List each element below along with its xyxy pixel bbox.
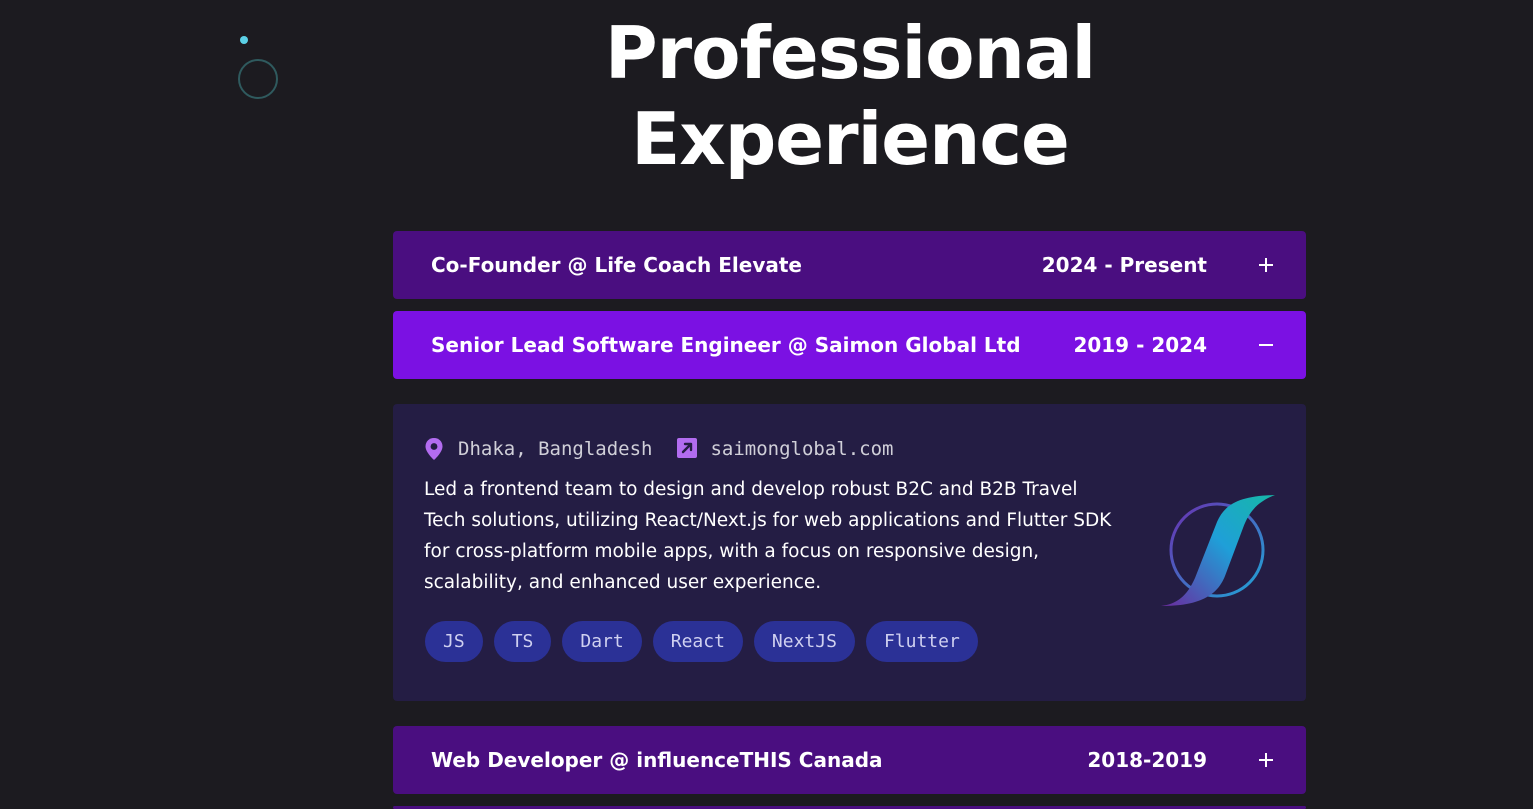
accordion-panel-saimon-global: Dhaka, Bangladesh saimonglobal.com Led a… (393, 404, 1306, 701)
company-logo (1161, 495, 1275, 606)
skill-tag: TS (493, 621, 552, 662)
page-title: Professional Experience (0, 10, 1533, 182)
skill-tag: JS (425, 621, 483, 662)
company-website-link[interactable]: saimonglobal.com (710, 438, 893, 460)
accordion-header-life-coach-elevate[interactable]: Co-Founder @ Life Coach Elevate 2024 - P… (393, 231, 1306, 299)
minus-icon[interactable] (1254, 333, 1278, 357)
job-meta: Dhaka, Bangladesh saimonglobal.com (424, 437, 894, 461)
location-pin-icon (424, 437, 446, 461)
page-title-line1: Professional (604, 11, 1096, 95)
job-dates: 2019 - 2024 (1073, 333, 1207, 357)
plus-icon[interactable] (1254, 748, 1278, 772)
job-dates: 2018-2019 (1087, 748, 1207, 772)
plus-icon[interactable] (1254, 253, 1278, 277)
experience-section: Professional Experience Co-Founder @ Lif… (0, 0, 1533, 809)
accordion-header-saimon-global[interactable]: Senior Lead Software Engineer @ Saimon G… (393, 311, 1306, 379)
skill-tag: NextJS (753, 621, 855, 662)
page-title-line2: Experience (631, 97, 1070, 181)
job-title: Senior Lead Software Engineer @ Saimon G… (431, 333, 1021, 357)
skill-tag: React (652, 621, 743, 662)
job-title: Co-Founder @ Life Coach Elevate (431, 253, 802, 277)
accordion-header-influencethis[interactable]: Web Developer @ influenceTHIS Canada 201… (393, 726, 1306, 794)
external-link-icon (676, 437, 698, 461)
skill-tag: Dart (562, 621, 642, 662)
job-dates: 2024 - Present (1041, 253, 1207, 277)
job-title: Web Developer @ influenceTHIS Canada (431, 748, 883, 772)
skill-tag: Flutter (865, 621, 978, 662)
skill-tags: JS TS Dart React NextJS Flutter (425, 621, 978, 662)
job-location: Dhaka, Bangladesh (458, 438, 653, 460)
job-description: Led a frontend team to design and develo… (424, 479, 1112, 593)
